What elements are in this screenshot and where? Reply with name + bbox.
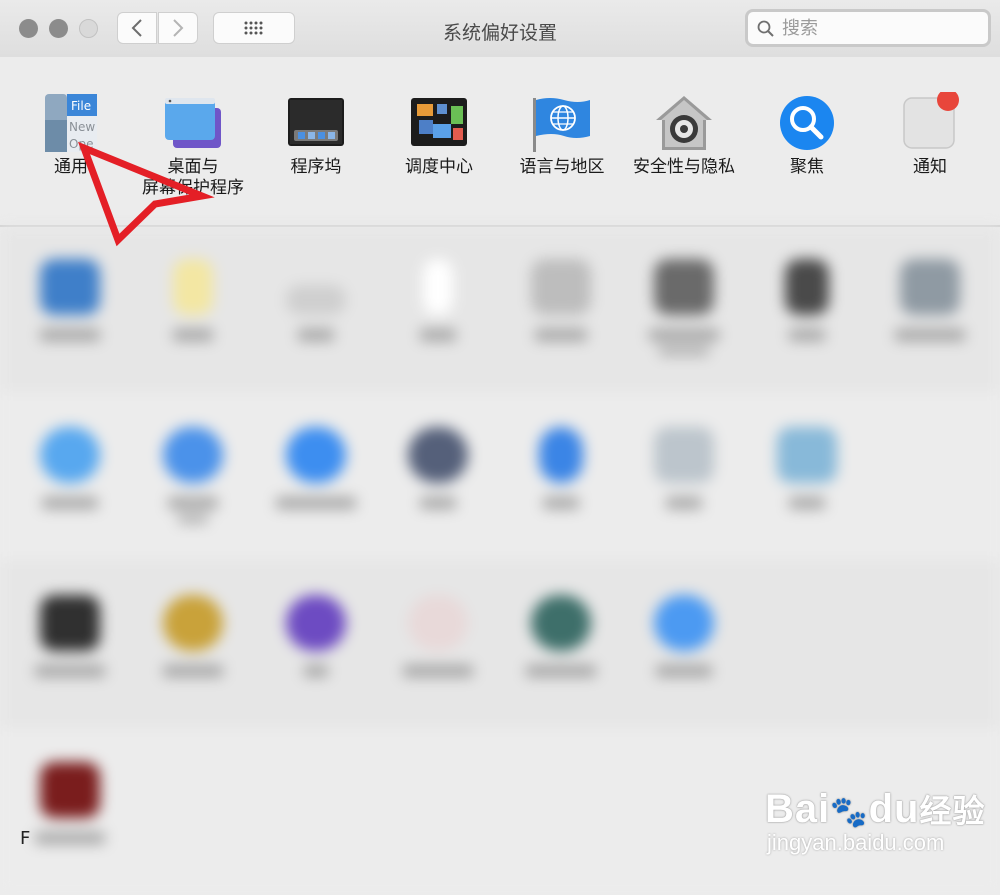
title-bar: 系统偏好设置	[0, 0, 1000, 58]
pref-notifications[interactable]: 通知	[865, 89, 995, 178]
dock-icon	[284, 92, 348, 156]
pref-label-line2: 屏幕保护程序	[142, 178, 244, 198]
pref-security-privacy[interactable]: 安全性与隐私	[619, 92, 749, 178]
blurred-label-fragment: F	[20, 828, 31, 849]
general-icon-new: New	[69, 120, 95, 134]
pref-label: 调度中心	[405, 157, 473, 177]
chevron-left-icon	[131, 19, 142, 37]
notifications-icon	[898, 89, 962, 156]
window-title: 系统偏好设置	[442, 22, 557, 44]
system-preferences-window: 系统偏好设置 File New Ope 通用	[0, 0, 1000, 895]
pref-label: 聚焦	[790, 157, 824, 177]
pref-spotlight[interactable]: 聚焦	[742, 92, 872, 178]
search-input[interactable]	[782, 16, 977, 40]
spotlight-magnifier-icon	[775, 92, 839, 156]
show-all-button[interactable]	[213, 12, 295, 44]
watermark-brand: Bai🐾du经验	[765, 787, 986, 831]
close-window-button[interactable]	[19, 19, 38, 38]
pref-label: 语言与地区	[519, 157, 605, 177]
security-house-icon	[652, 92, 716, 156]
forward-button[interactable]	[158, 12, 198, 44]
general-icon-open: Ope	[69, 137, 93, 151]
pref-dock[interactable]: 程序坞	[251, 92, 381, 178]
pref-language-region[interactable]: 语言与地区	[497, 92, 627, 178]
general-icon: File New Ope	[39, 92, 103, 156]
pref-label: 程序坞	[290, 157, 342, 177]
preferences-row-personal: File New Ope 通用 桌面与 屏幕保护程序 程序坞 调度中心 语言与地…	[0, 57, 1000, 227]
pref-label: 安全性与隐私	[633, 157, 735, 177]
pref-label: 通知	[913, 157, 947, 177]
minimize-window-button[interactable]	[49, 19, 68, 38]
back-button[interactable]	[117, 12, 157, 44]
pref-mission-control[interactable]: 调度中心	[374, 92, 504, 178]
pref-desktop-screensaver[interactable]: 桌面与 屏幕保护程序	[128, 92, 258, 199]
grid-icon	[244, 21, 263, 35]
general-icon-file: File	[71, 99, 91, 113]
globe-flag-icon	[530, 92, 594, 156]
search-icon	[757, 20, 774, 37]
mission-control-icon	[407, 92, 471, 156]
chevron-right-icon	[173, 19, 184, 37]
pref-general[interactable]: File New Ope 通用	[6, 92, 136, 178]
pref-label: 通用	[54, 157, 88, 177]
paw-icon: 🐾	[830, 796, 869, 829]
zoom-window-button[interactable]	[79, 19, 98, 38]
pref-label: 桌面与	[167, 157, 219, 177]
desktop-screensaver-icon	[161, 92, 225, 156]
watermark-url: jingyan.baidu.com	[767, 830, 945, 855]
baidu-watermark: Bai🐾du经验 jingyan.baidu.com	[765, 786, 995, 856]
search-field[interactable]	[745, 9, 991, 47]
